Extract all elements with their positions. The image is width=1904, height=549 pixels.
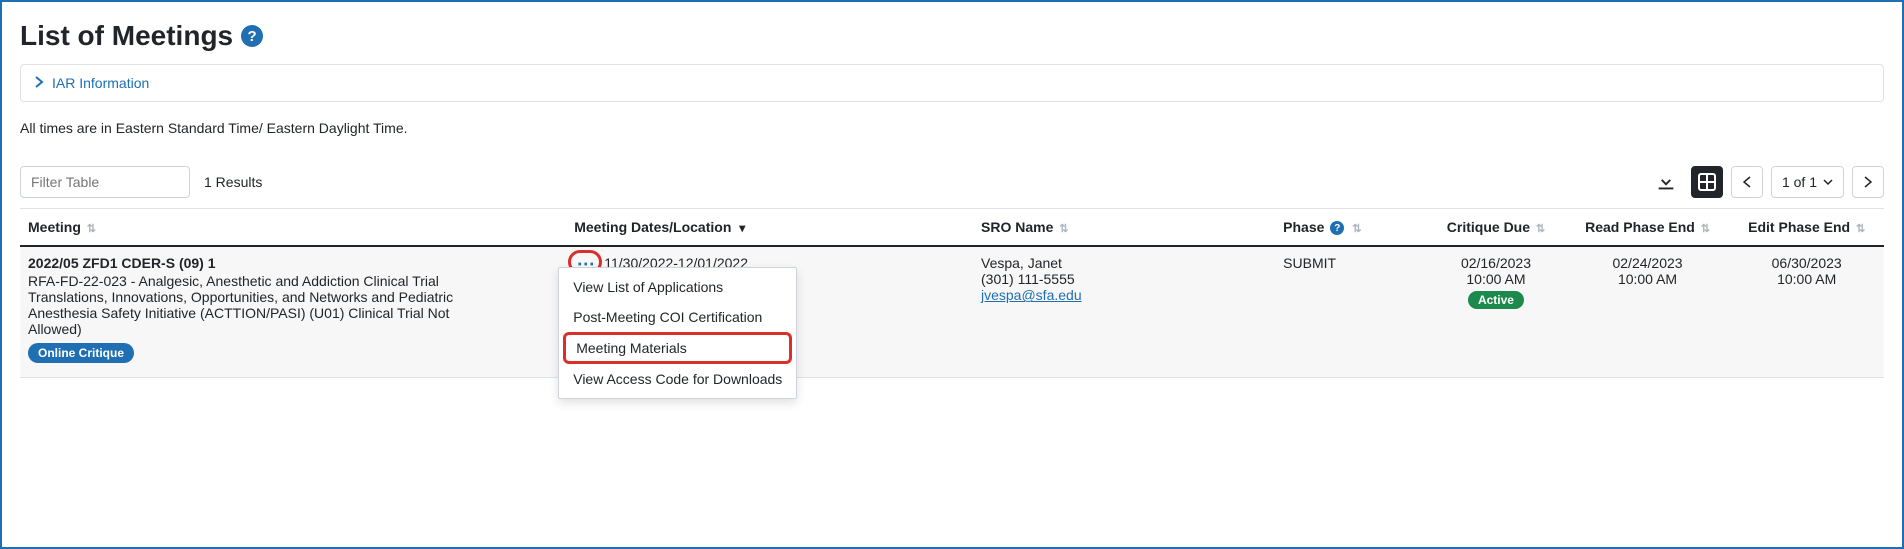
col-header-critique-due-label: Critique Due: [1447, 219, 1530, 235]
col-header-edit-phase-label: Edit Phase End: [1748, 219, 1850, 235]
col-header-read-phase-label: Read Phase End: [1585, 219, 1695, 235]
help-icon[interactable]: ?: [241, 25, 263, 47]
col-header-sro[interactable]: SRO Name ⇅: [973, 209, 1275, 247]
sort-down-icon: ▾: [739, 221, 745, 235]
col-header-critique-due[interactable]: Critique Due ⇅: [1426, 209, 1565, 247]
chevron-right-icon: [35, 75, 44, 91]
col-header-meeting[interactable]: Meeting ⇅: [20, 209, 566, 247]
page-indicator-label: 1 of 1: [1782, 174, 1817, 190]
sort-icon: ⇅: [87, 223, 96, 235]
menu-view-applications[interactable]: View List of Applications: [559, 272, 796, 302]
phase-value: SUBMIT: [1275, 246, 1426, 378]
read-end-date: 02/24/2023: [1574, 255, 1722, 271]
active-badge: Active: [1468, 291, 1524, 309]
table-row: 2022/05 ZFD1 CDER-S (09) 1 RFA-FD-22-023…: [20, 246, 1884, 378]
sro-phone: (301) 111-5555: [981, 271, 1267, 287]
col-header-phase[interactable]: Phase ? ⇅: [1275, 209, 1426, 247]
sro-name: Vespa, Janet: [981, 255, 1267, 271]
sort-icon: ⇅: [1059, 223, 1068, 235]
prev-page-button[interactable]: [1731, 166, 1763, 198]
download-icon[interactable]: [1649, 166, 1683, 198]
sro-email-link[interactable]: jvespa@sfa.edu: [981, 287, 1082, 303]
col-header-meeting-label: Meeting: [28, 219, 81, 235]
toolbar: 1 Results 1 of 1: [20, 166, 1884, 198]
col-header-edit-phase[interactable]: Edit Phase End ⇅: [1729, 209, 1884, 247]
sort-icon: ⇅: [1701, 223, 1710, 235]
menu-coi-certification[interactable]: Post-Meeting COI Certification: [559, 302, 796, 332]
menu-meeting-materials[interactable]: Meeting Materials: [563, 332, 792, 364]
iar-information-accordion[interactable]: IAR Information: [20, 64, 1884, 102]
help-icon[interactable]: ?: [1330, 221, 1344, 235]
critique-due-time: 10:00 AM: [1434, 271, 1557, 287]
meeting-description: RFA-FD-22-023 - Analgesic, Anesthetic an…: [28, 273, 488, 337]
col-header-dates-label: Meeting Dates/Location: [574, 219, 731, 235]
accordion-label: IAR Information: [52, 75, 149, 91]
sort-icon: ⇅: [1352, 223, 1361, 235]
page-title-text: List of Meetings: [20, 20, 233, 52]
edit-end-date: 06/30/2023: [1737, 255, 1876, 271]
sort-icon: ⇅: [1536, 223, 1545, 235]
col-header-phase-label: Phase: [1283, 219, 1324, 235]
sort-icon: ⇅: [1856, 223, 1865, 235]
col-header-sro-label: SRO Name: [981, 219, 1053, 235]
page-indicator[interactable]: 1 of 1: [1771, 166, 1844, 198]
page-title: List of Meetings ?: [20, 20, 1884, 52]
timezone-note: All times are in Eastern Standard Time/ …: [20, 120, 1884, 136]
meetings-table: Meeting ⇅ Meeting Dates/Location ▾ SRO N…: [20, 208, 1884, 378]
meeting-code: 2022/05 ZFD1 CDER-S (09) 1: [28, 255, 558, 271]
results-count: 1 Results: [204, 174, 262, 190]
critique-due-date: 02/16/2023: [1434, 255, 1557, 271]
menu-access-code[interactable]: View Access Code for Downloads: [559, 364, 796, 394]
filter-input[interactable]: [20, 166, 190, 198]
col-header-read-phase[interactable]: Read Phase End ⇅: [1566, 209, 1730, 247]
read-end-time: 10:00 AM: [1574, 271, 1722, 287]
row-actions-menu: View List of Applications Post-Meeting C…: [558, 267, 797, 399]
grid-view-icon[interactable]: [1691, 166, 1723, 198]
col-header-dates[interactable]: Meeting Dates/Location ▾: [566, 209, 973, 247]
next-page-button[interactable]: [1852, 166, 1884, 198]
online-critique-badge[interactable]: Online Critique: [28, 343, 134, 363]
edit-end-time: 10:00 AM: [1737, 271, 1876, 287]
